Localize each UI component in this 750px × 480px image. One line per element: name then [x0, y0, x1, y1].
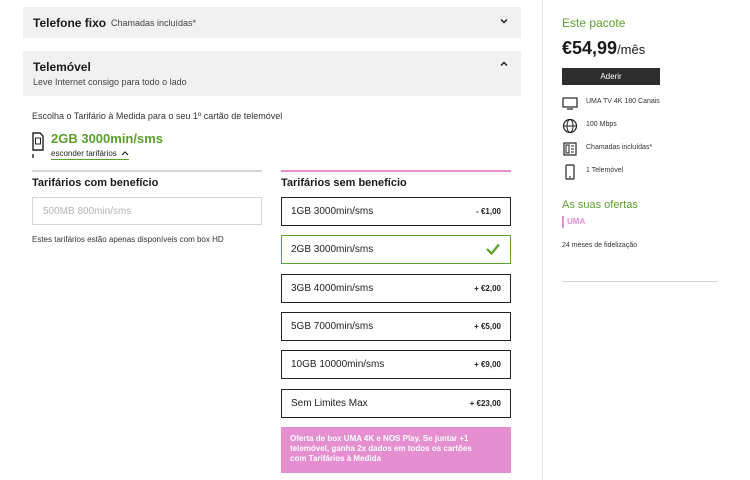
benefit-note: Estes tarifários estão apenas disponívei…: [32, 235, 224, 244]
plan-price: + €5,00: [474, 322, 501, 331]
promo-banner: Oferta de box UMA 4K e NOS Play. Se junt…: [281, 427, 511, 473]
fidelization-text: 24 meses de fidelização: [562, 242, 638, 249]
plan-name: 2GB 3000min/sms: [291, 244, 374, 255]
join-button[interactable]: Aderir: [562, 68, 660, 85]
chevron-up-icon: [121, 151, 129, 156]
feature-text: Chamadas incluídas*: [586, 144, 653, 151]
checkmark-icon: [486, 243, 500, 256]
offers-title: As suas ofertas: [562, 199, 638, 211]
accordion-subtitle: Leve Internet consigo para todo o lado: [33, 77, 187, 87]
heading-with-benefit: Tarifários com benefício: [32, 177, 159, 189]
promo-line: telemóvel, ganha 2x dados em todos os ca…: [290, 444, 472, 453]
plan-name: 1GB 3000min/sms: [291, 206, 374, 217]
heading-without-benefit: Tarifários sem benefício: [281, 177, 407, 189]
accordion-title: Telefone fixo: [33, 16, 107, 30]
accordion-subtitle: Chamadas incluídas*: [111, 18, 197, 28]
plan-price: + €2,00: [474, 284, 501, 293]
hide-tariffs-label: esconder tarifários: [51, 149, 117, 158]
plan-option-2gb[interactable]: 2GB 3000min/sms: [281, 235, 511, 264]
chevron-up-icon[interactable]: [499, 59, 509, 72]
chevron-down-icon[interactable]: [499, 16, 509, 29]
price-period: /mês: [617, 42, 646, 57]
plan-option-sem-limites[interactable]: Sem Limites Max + €23,00: [281, 389, 511, 418]
selected-plan-label: 2GB 3000min/sms: [51, 131, 164, 146]
promo-line: com Tarifários à Medida: [290, 454, 381, 463]
accordion-telefone-fixo[interactable]: Telefone fixo Chamadas incluídas*: [23, 7, 521, 38]
mobile-intro: Escolha o Tarifário à Medida para o seu …: [32, 111, 283, 121]
phone-icon: [563, 142, 577, 156]
plan-price: + €9,00: [474, 360, 501, 369]
plan-name: Sem Limites Max: [291, 398, 368, 409]
sidebar-divider-horizontal: [562, 281, 718, 282]
feature-text: 100 Mbps: [586, 121, 617, 128]
plan-price: - €1,00: [476, 207, 501, 216]
plan-name: 10GB 10000min/sms: [291, 359, 385, 370]
plan-name: 3GB 4000min/sms: [291, 283, 374, 294]
globe-icon: [562, 118, 578, 134]
price-amount: €54,99: [562, 38, 618, 58]
package-title: Este pacote: [562, 16, 626, 30]
plan-option-10gb[interactable]: 10GB 10000min/sms + €9,00: [281, 350, 511, 379]
feature-text: UMA TV 4K 180 Canais: [586, 98, 660, 105]
plan-name: 5GB 7000min/sms: [291, 321, 374, 332]
plan-option-5gb[interactable]: 5GB 7000min/sms + €5,00: [281, 312, 511, 341]
promo-line: Oferta de box UMA 4K e NOS Play. Se junt…: [290, 434, 469, 443]
disabled-plan-option: 500MB 800min/sms: [32, 197, 262, 225]
sim-card-icon: [32, 132, 44, 158]
feature-text: 1 Telemóvel: [586, 167, 624, 174]
offer-tag: UMA: [562, 216, 585, 228]
accordion-telemovel[interactable]: Telemóvel Leve Internet consigo para tod…: [23, 51, 521, 96]
hide-tariffs-link[interactable]: esconder tarifários: [51, 149, 130, 160]
package-price: €54,99/mês: [562, 38, 645, 59]
column-divider-right: [281, 170, 511, 172]
accordion-title: Telemóvel: [33, 60, 91, 74]
mobile-icon: [565, 164, 575, 180]
plan-option-1gb[interactable]: 1GB 3000min/sms - €1,00: [281, 197, 511, 226]
column-divider-left: [32, 170, 262, 172]
plan-option-3gb[interactable]: 3GB 4000min/sms + €2,00: [281, 274, 511, 303]
sidebar-divider: [542, 0, 543, 480]
plan-price: + €23,00: [469, 399, 501, 408]
tv-icon: [562, 97, 578, 110]
